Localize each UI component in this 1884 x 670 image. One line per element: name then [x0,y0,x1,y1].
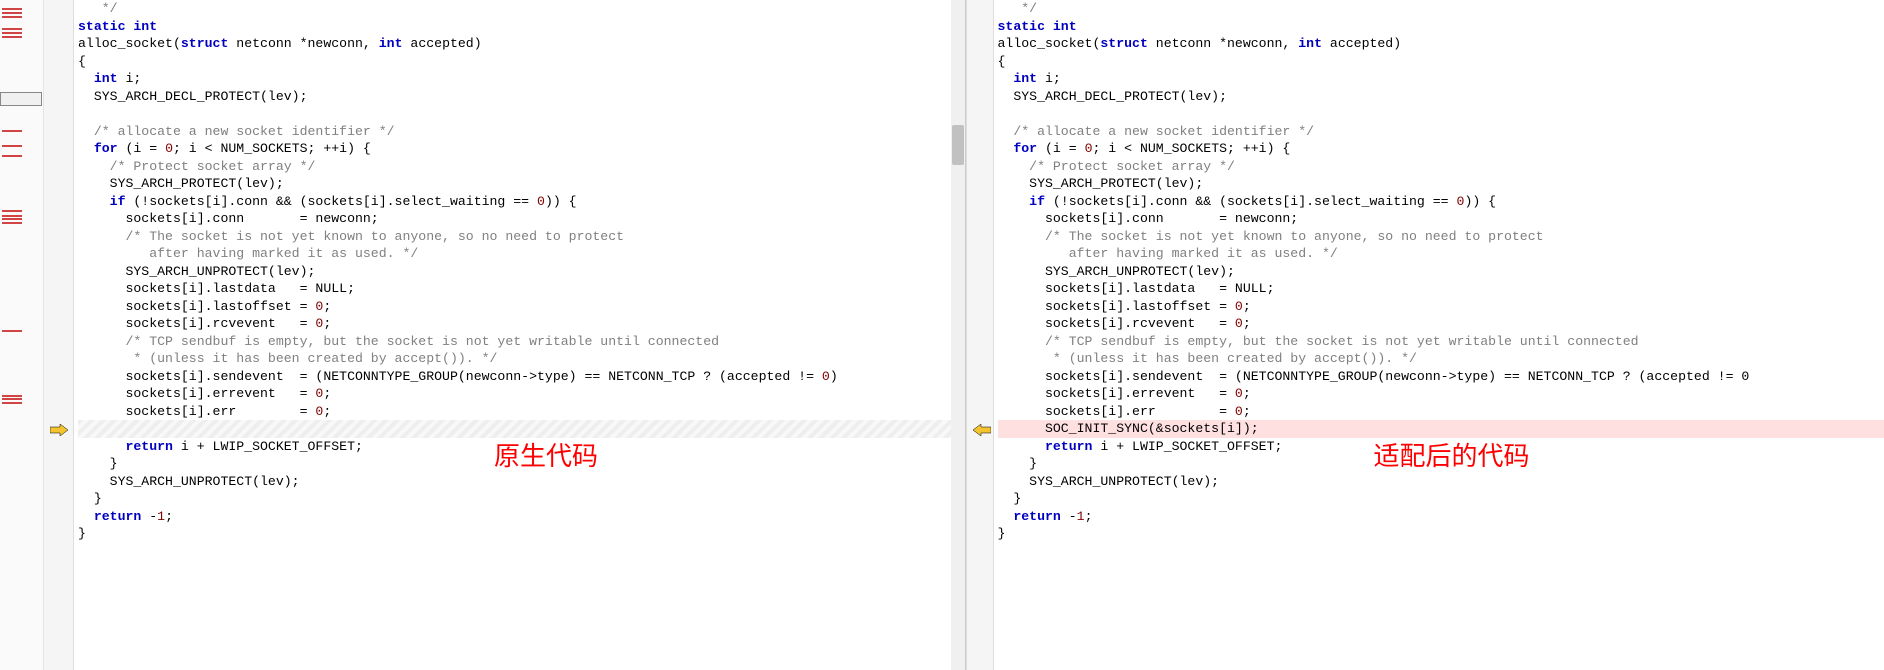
code-line[interactable]: /* allocate a new socket identifier */ [998,123,1884,141]
code-line[interactable]: after having marked it as used. */ [998,245,1884,263]
middle-gutter [966,0,994,670]
right-code-pane[interactable]: */static intalloc_socket(struct netconn … [994,0,1884,670]
overview-diff-mark [2,36,22,38]
code-line[interactable]: } [78,490,965,508]
code-line[interactable]: * (unless it has been created by accept(… [998,350,1884,368]
code-line[interactable]: SYS_ARCH_DECL_PROTECT(lev); [998,88,1884,106]
code-line[interactable]: */ [78,0,965,18]
code-line[interactable]: int i; [998,70,1884,88]
overview-diff-mark [2,8,22,10]
overview-diff-mark [2,218,22,220]
code-line[interactable]: sockets[i].lastdata = NULL; [78,280,965,298]
code-line[interactable]: /* Protect socket array */ [998,158,1884,176]
overview-diff-mark [2,398,22,400]
code-line[interactable]: SYS_ARCH_UNPROTECT(lev); [78,263,965,281]
code-line[interactable]: sockets[i].errevent = 0; [998,385,1884,403]
code-line[interactable]: sockets[i].lastoffset = 0; [998,298,1884,316]
overview-diff-mark [2,215,22,217]
left-code-pane[interactable]: */static intalloc_socket(struct netconn … [74,0,966,670]
code-line[interactable]: SYS_ARCH_PROTECT(lev); [998,175,1884,193]
code-line[interactable]: sockets[i].lastoffset = 0; [78,298,965,316]
code-line[interactable]: SOC_INIT_SYNC(&sockets[i]); [998,420,1884,438]
code-line[interactable]: sockets[i].rcvevent = 0; [78,315,965,333]
left-scrollbar[interactable] [951,0,965,670]
overview-diff-mark [2,395,22,397]
code-line[interactable]: /* Protect socket array */ [78,158,965,176]
code-line[interactable]: */ [998,0,1884,18]
overview-diff-mark [2,210,22,212]
diff-arrow-right-icon[interactable] [47,422,71,438]
overview-slider[interactable] [0,92,42,106]
code-line[interactable] [78,420,965,438]
overview-diff-mark [2,222,22,224]
code-line[interactable]: return i + LWIP_SOCKET_OFFSET; [998,438,1884,456]
code-line[interactable]: alloc_socket(struct netconn *newconn, in… [78,35,965,53]
overview-diff-mark [2,145,22,147]
code-line[interactable]: { [998,53,1884,71]
code-line[interactable]: SYS_ARCH_UNPROTECT(lev); [78,473,965,491]
overview-diff-mark [2,402,22,404]
code-line[interactable]: for (i = 0; i < NUM_SOCKETS; ++i) { [78,140,965,158]
code-line[interactable]: alloc_socket(struct netconn *newconn, in… [998,35,1884,53]
code-line[interactable]: if (!sockets[i].conn && (sockets[i].sele… [998,193,1884,211]
overview-diff-mark [2,16,22,18]
code-line[interactable]: sockets[i].errevent = 0; [78,385,965,403]
code-line[interactable]: after having marked it as used. */ [78,245,965,263]
code-line[interactable]: sockets[i].conn = newconn; [78,210,965,228]
code-line[interactable]: int i; [78,70,965,88]
code-line[interactable]: * (unless it has been created by accept(… [78,350,965,368]
code-line[interactable]: static int [78,18,965,36]
overview-diff-mark [2,155,22,157]
code-line[interactable]: /* TCP sendbuf is empty, but the socket … [998,333,1884,351]
code-line[interactable]: sockets[i].sendevent = (NETCONNTYPE_GROU… [998,368,1884,386]
code-line[interactable]: return -1; [998,508,1884,526]
code-line[interactable]: /* The socket is not yet known to anyone… [78,228,965,246]
code-line[interactable]: for (i = 0; i < NUM_SOCKETS; ++i) { [998,140,1884,158]
overview-diff-mark [2,32,22,34]
overview-diff-mark [2,12,22,14]
code-line[interactable]: sockets[i].rcvevent = 0; [998,315,1884,333]
code-line[interactable]: /* The socket is not yet known to anyone… [998,228,1884,246]
code-line[interactable]: /* TCP sendbuf is empty, but the socket … [78,333,965,351]
code-line[interactable]: sockets[i].conn = newconn; [998,210,1884,228]
right-code-content[interactable]: */static intalloc_socket(struct netconn … [994,0,1884,543]
code-line[interactable]: } [78,525,965,543]
left-gutter [44,0,74,670]
code-line[interactable]: SYS_ARCH_UNPROTECT(lev); [998,473,1884,491]
code-line[interactable] [998,105,1884,123]
code-line[interactable]: } [78,455,965,473]
code-line[interactable]: sockets[i].lastdata = NULL; [998,280,1884,298]
code-line[interactable]: return -1; [78,508,965,526]
code-line[interactable]: static int [998,18,1884,36]
code-line[interactable]: sockets[i].err = 0; [78,403,965,421]
code-line[interactable]: { [78,53,965,71]
code-line[interactable]: sockets[i].sendevent = (NETCONNTYPE_GROU… [78,368,965,386]
diff-overview-ruler[interactable] [0,0,44,670]
left-code-content[interactable]: */static intalloc_socket(struct netconn … [74,0,965,543]
code-line[interactable]: } [998,490,1884,508]
code-line[interactable]: } [998,455,1884,473]
code-line[interactable]: /* allocate a new socket identifier */ [78,123,965,141]
code-line[interactable]: SYS_ARCH_UNPROTECT(lev); [998,263,1884,281]
code-line[interactable]: SYS_ARCH_PROTECT(lev); [78,175,965,193]
code-line[interactable] [78,105,965,123]
code-line[interactable]: SYS_ARCH_DECL_PROTECT(lev); [78,88,965,106]
overview-diff-mark [2,28,22,30]
overview-diff-mark [2,130,22,132]
code-line[interactable]: if (!sockets[i].conn && (sockets[i].sele… [78,193,965,211]
left-scrollbar-thumb[interactable] [952,125,964,165]
overview-diff-mark [2,330,22,332]
code-line[interactable]: return i + LWIP_SOCKET_OFFSET; [78,438,965,456]
code-line[interactable]: } [998,525,1884,543]
diff-arrow-left-icon[interactable] [970,422,994,438]
code-line[interactable]: sockets[i].err = 0; [998,403,1884,421]
